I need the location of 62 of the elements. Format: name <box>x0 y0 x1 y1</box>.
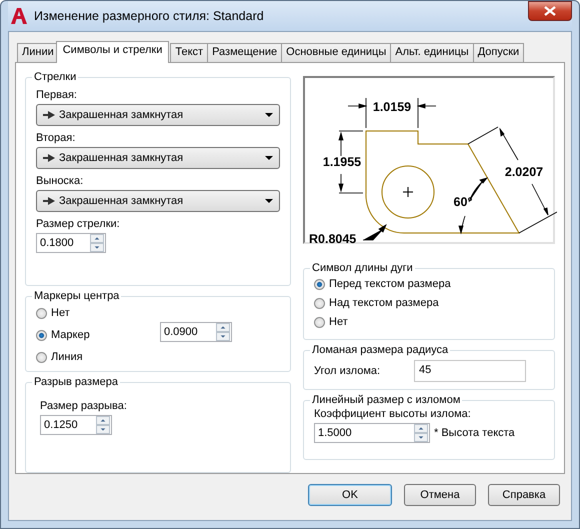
group-title: Стрелки <box>33 71 78 83</box>
app-logo-icon <box>10 7 28 25</box>
dimension-text: 60° <box>454 195 472 209</box>
spin-down-icon[interactable] <box>414 433 428 442</box>
field-label: Размер стрелки: <box>36 218 121 230</box>
field-label: Выноска: <box>36 175 84 187</box>
tab[interactable]: Альт. единицы <box>390 43 474 62</box>
radio-option[interactable]: Нет <box>36 304 90 322</box>
tab[interactable]: Текст <box>170 43 208 62</box>
angle-field[interactable]: 45 <box>414 360 526 382</box>
radio-option[interactable]: Нет <box>314 313 544 331</box>
field-label: Вторая: <box>36 132 76 144</box>
dialog-button[interactable]: Отмена <box>404 484 476 506</box>
spin-down-icon[interactable] <box>90 243 104 252</box>
spin-field[interactable]: 0.1250 <box>40 415 112 436</box>
spin-field[interactable]: 1.5000 <box>314 423 430 443</box>
caret-icon <box>265 113 273 117</box>
field-label: Размер разрыва: <box>40 400 128 412</box>
spin-up-icon[interactable] <box>414 424 428 433</box>
spin-down-icon[interactable] <box>96 425 110 434</box>
spin-field[interactable]: 0.1800 <box>36 233 106 253</box>
field-label: Коэффициент высоты излома: <box>314 408 472 420</box>
group-title: Маркеры центра <box>33 290 120 302</box>
radio-option[interactable]: Над текстом размера <box>314 294 544 312</box>
dialog-button[interactable]: OK <box>308 484 392 506</box>
close-icon <box>544 6 556 16</box>
radio-option[interactable]: Маркер <box>36 326 90 344</box>
arrowhead-icon <box>43 197 55 205</box>
group-title: Разрыв размера <box>33 376 120 388</box>
tab[interactable]: Основные единицы <box>281 43 392 62</box>
dialog-button[interactable]: Справка <box>488 484 560 506</box>
caret-icon <box>265 156 273 160</box>
field-suffix: * Высота текста <box>434 427 515 439</box>
dimension-text: R0.8045 <box>309 232 356 244</box>
group-title: Ломаная размера радиуса <box>311 344 450 356</box>
group-title: Линейный размер с изломом <box>311 394 462 406</box>
field-label: Первая: <box>36 89 78 101</box>
spin-field[interactable]: 0.0900 <box>160 322 232 342</box>
radio-option[interactable]: Линия <box>36 348 90 366</box>
arrowhead-icon <box>43 154 55 162</box>
spin-up-icon[interactable] <box>90 234 104 243</box>
spin-up-icon[interactable] <box>216 323 230 332</box>
arrowhead-dropdown[interactable]: Закрашенная замкнутая <box>36 147 280 169</box>
dimension-text: 1.1955 <box>322 155 362 169</box>
window-title: Изменение размерного стиля: Standard <box>34 9 265 23</box>
field-label: Угол излома: <box>314 365 382 377</box>
spin-up-icon[interactable] <box>96 416 110 426</box>
tab[interactable]: Символы и стрелки <box>56 41 170 63</box>
caret-icon <box>265 199 273 203</box>
dimension-text: 2.0207 <box>504 165 544 179</box>
tab[interactable]: Допуски <box>472 43 524 62</box>
spin-down-icon[interactable] <box>216 332 230 342</box>
close-button[interactable] <box>528 1 572 21</box>
tab[interactable]: Линии <box>17 43 59 62</box>
tab[interactable]: Размещение <box>207 43 282 62</box>
arrowhead-dropdown[interactable]: Закрашенная замкнутая <box>36 104 280 126</box>
center-mark-icon <box>402 186 414 198</box>
radio-option[interactable]: Перед текстом размера <box>314 275 544 293</box>
arrowhead-icon <box>43 111 55 119</box>
dimension-text: 1.0159 <box>372 100 412 114</box>
arrowhead-dropdown[interactable]: Закрашенная замкнутая <box>36 190 280 212</box>
group-title: Символ длины дуги <box>311 262 414 274</box>
